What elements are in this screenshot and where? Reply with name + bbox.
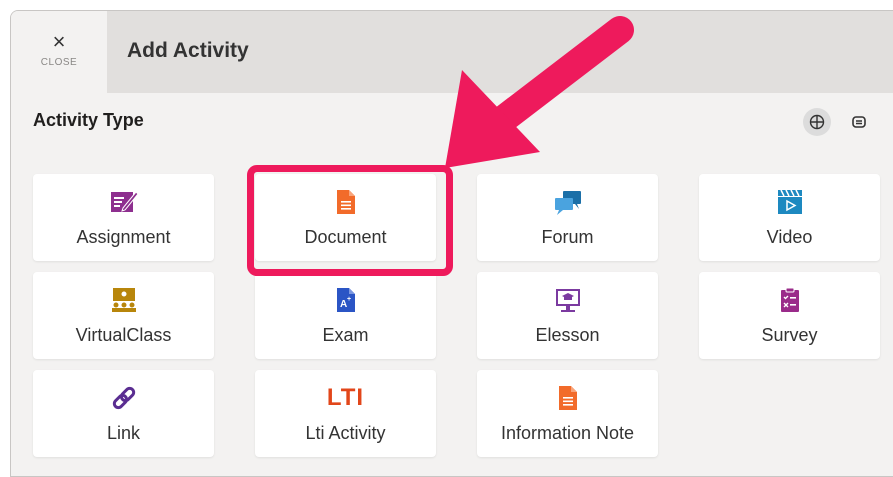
tile-label: VirtualClass <box>75 325 172 345</box>
svg-text:+: + <box>347 296 351 303</box>
section-title: Activity Type <box>33 110 144 130</box>
video-icon <box>699 188 880 216</box>
grid-view-button[interactable] <box>803 108 831 136</box>
survey-icon <box>699 286 880 314</box>
tile-virtualclass[interactable]: VirtualClass <box>33 272 214 359</box>
tile-label: Link <box>106 423 141 443</box>
tile-label: Forum <box>541 227 594 247</box>
tile-label: Document <box>304 227 387 247</box>
tile-elesson[interactable]: Elesson <box>477 272 658 359</box>
dialog-header: × CLOSE Add Activity <box>11 11 893 93</box>
lti-icon: LTI <box>326 384 365 411</box>
add-activity-dialog: × CLOSE Add Activity Activity Type Assig… <box>10 10 893 477</box>
forum-icon <box>477 188 658 216</box>
elesson-icon <box>477 286 658 314</box>
grid-view-icon <box>809 114 825 130</box>
close-icon: × <box>52 29 66 54</box>
tile-forum[interactable]: Forum <box>477 174 658 261</box>
tile-label: Lti Activity <box>305 423 386 443</box>
tile-survey[interactable]: Survey <box>699 272 880 359</box>
close-label: CLOSE <box>40 57 78 68</box>
tile-label: Information Note <box>500 423 635 443</box>
tile-label: Exam <box>322 325 369 345</box>
tile-label: Video <box>766 227 813 247</box>
tile-lti-activity[interactable]: LTI Lti Activity <box>255 370 436 457</box>
tile-label: Survey <box>761 325 818 345</box>
tile-information-note[interactable]: Information Note <box>477 370 658 457</box>
tile-label: Elesson <box>535 325 600 345</box>
tile-exam[interactable]: A + Exam <box>255 272 436 359</box>
link-icon <box>33 384 214 412</box>
information-note-icon <box>477 384 658 412</box>
virtual-class-icon <box>33 286 214 314</box>
tile-assignment[interactable]: Assignment <box>33 174 214 261</box>
tile-video[interactable]: Video <box>699 174 880 261</box>
list-view-icon <box>852 116 866 128</box>
dialog-title: Add Activity <box>127 39 249 62</box>
document-icon <box>255 188 436 216</box>
exam-icon: A + <box>255 286 436 314</box>
tile-link[interactable]: Link <box>33 370 214 457</box>
list-view-button[interactable] <box>845 108 873 136</box>
assignment-icon <box>33 188 214 216</box>
close-button[interactable]: × CLOSE <box>11 11 107 93</box>
tile-document[interactable]: Document <box>255 174 436 261</box>
tile-label: Assignment <box>76 227 171 247</box>
